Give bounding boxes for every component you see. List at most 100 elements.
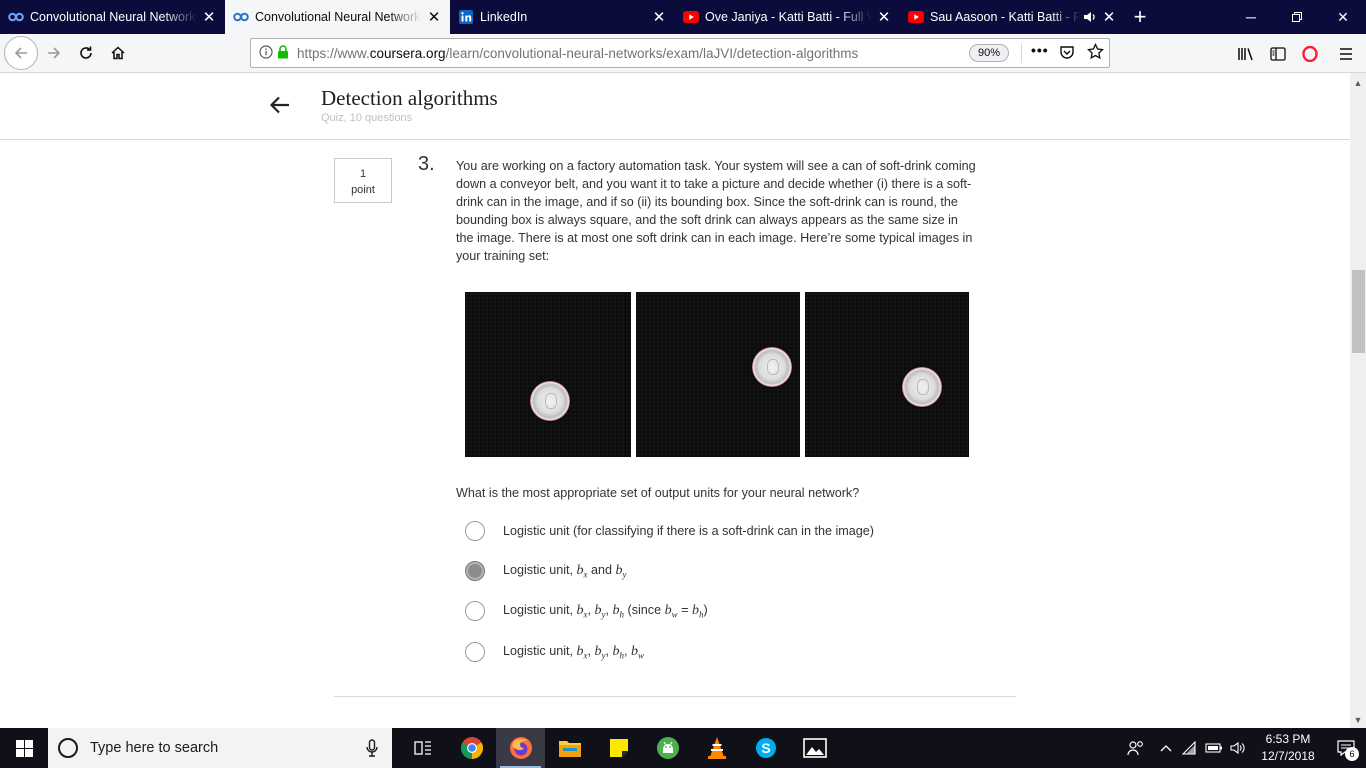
option-text: Logistic unit, (503, 602, 577, 617)
new-tab-button[interactable]: + (1125, 0, 1155, 34)
quiz-header: Detection algorithms Quiz, 10 questions (0, 73, 1350, 140)
question-text: You are working on a factory automation … (456, 159, 976, 263)
close-icon[interactable]: ✕ (426, 9, 442, 26)
vlc-icon[interactable] (692, 728, 741, 768)
lock-icon[interactable] (277, 44, 289, 62)
linkedin-icon (458, 9, 474, 25)
url-path: /learn/convolutional-neural-networks/exa… (445, 45, 859, 61)
notification-count: 6 (1345, 747, 1359, 761)
url-domain: coursera.org (369, 45, 446, 61)
task-view-icon[interactable] (398, 728, 447, 768)
tab-youtube-2[interactable]: Sau Aasoon - Katti Batti - Fu ✕ (900, 0, 1125, 34)
soda-can (752, 347, 792, 387)
bookmark-star-icon[interactable] (1087, 42, 1104, 63)
close-icon[interactable]: ✕ (1101, 9, 1117, 26)
option-label: Logistic unit, bx, by, bh (since bw = bh… (503, 603, 708, 620)
library-icon[interactable] (1230, 38, 1262, 70)
file-explorer-icon[interactable] (545, 728, 594, 768)
tab-coursera-1[interactable]: Convolutional Neural Network ✕ (0, 0, 225, 34)
soda-can (530, 381, 570, 421)
answer-option-4[interactable]: Logistic unit, bx, by, bh, bw (465, 641, 644, 663)
volume-icon[interactable] (1226, 728, 1250, 768)
arrow-left-icon[interactable] (268, 93, 292, 117)
close-icon[interactable]: ✕ (651, 9, 667, 26)
scroll-down-icon[interactable]: ▼ (1350, 712, 1366, 728)
option-text: Logistic unit, (503, 562, 577, 577)
option-label: Logistic unit (for classifying if there … (503, 524, 874, 538)
scroll-thumb[interactable] (1352, 270, 1365, 353)
home-button[interactable] (102, 37, 134, 69)
coursera-icon (233, 9, 249, 25)
radio-button[interactable] (465, 521, 485, 541)
url-bar[interactable]: https://www.coursera.org/learn/convoluti… (250, 38, 1110, 68)
radio-button-selected[interactable] (465, 561, 485, 581)
minimize-icon[interactable]: ─ (1228, 0, 1274, 34)
reload-button[interactable] (70, 37, 102, 69)
chrome-icon[interactable] (447, 728, 496, 768)
image-texture (805, 292, 969, 457)
math-b: b (576, 562, 584, 578)
people-icon[interactable] (1118, 728, 1154, 768)
training-image-1 (465, 292, 631, 457)
tab-title: Ove Janiya - Katti Batti - Full Vi (705, 10, 872, 24)
system-clock[interactable]: 6:53 PM 12/7/2018 (1250, 731, 1326, 765)
answer-option-2[interactable]: Logistic unit, bx and by (465, 560, 627, 582)
option-text: = (677, 602, 692, 617)
divider (1021, 43, 1022, 63)
firefox-icon[interactable] (496, 728, 545, 768)
question-prompt: What is the most appropriate set of outp… (456, 486, 860, 500)
windows-start-icon[interactable] (0, 728, 48, 768)
url-text[interactable]: https://www.coursera.org/learn/convoluti… (297, 46, 858, 61)
wifi-icon[interactable] (1178, 728, 1202, 768)
speaker-icon[interactable] (1083, 10, 1097, 24)
tab-youtube-1[interactable]: Ove Janiya - Katti Batti - Full Vi ✕ (675, 0, 900, 34)
math-b: b (612, 643, 620, 659)
answer-option-3[interactable]: Logistic unit, bx, by, bh (since bw = bh… (465, 600, 708, 622)
math-b: b (664, 602, 672, 618)
microphone-icon[interactable] (366, 739, 378, 762)
tab-coursera-2[interactable]: Convolutional Neural Network ✕ (225, 0, 450, 34)
taskbar-search[interactable]: Type here to search (48, 728, 392, 768)
math-sub-y: y (622, 569, 627, 580)
radio-button[interactable] (465, 642, 485, 662)
option-text: , (605, 602, 613, 617)
option-label: Logistic unit, bx and by (503, 563, 627, 580)
android-icon[interactable] (643, 728, 692, 768)
menu-icon[interactable] (1326, 38, 1366, 70)
notification-icon[interactable]: 6 (1326, 728, 1366, 768)
radio-button[interactable] (465, 601, 485, 621)
taskbar-apps: S (398, 728, 839, 768)
answer-option-1[interactable]: Logistic unit (for classifying if there … (465, 520, 874, 542)
scroll-up-icon[interactable]: ▲ (1350, 75, 1366, 91)
close-icon[interactable]: ✕ (876, 9, 892, 26)
youtube-icon (683, 9, 699, 25)
math-b: b (594, 643, 602, 659)
option-text: , (605, 643, 613, 658)
info-icon[interactable] (259, 44, 273, 62)
points-value: 1 (359, 168, 367, 180)
tab-title: Convolutional Neural Network (255, 10, 421, 24)
pocket-icon[interactable] (1059, 44, 1075, 63)
sidebar-icon[interactable] (1262, 38, 1294, 70)
skype-icon[interactable]: S (741, 728, 790, 768)
close-icon[interactable]: ✕ (201, 9, 217, 26)
sticky-notes-icon[interactable] (594, 728, 643, 768)
option-text: Logistic unit (for classifying if there … (503, 524, 874, 538)
opera-icon[interactable] (1294, 38, 1326, 70)
back-button[interactable] (4, 36, 38, 70)
page-scrollbar[interactable]: ▲ ▼ (1350, 73, 1366, 728)
tab-linkedin[interactable]: LinkedIn ✕ (450, 0, 675, 34)
more-actions-icon[interactable]: ••• (1031, 42, 1049, 58)
tab-title: LinkedIn (480, 10, 528, 24)
restore-icon[interactable] (1274, 0, 1320, 34)
points-box: 1 point (334, 158, 392, 203)
option-text: (since (624, 602, 665, 617)
forward-button[interactable] (38, 37, 70, 69)
youtube-icon (908, 9, 924, 25)
close-window-icon[interactable]: ✕ (1320, 0, 1366, 34)
window-controls: ─ ✕ (1228, 0, 1366, 34)
battery-icon[interactable] (1202, 728, 1226, 768)
chevron-up-icon[interactable] (1154, 728, 1178, 768)
zoom-badge[interactable]: 90% (969, 44, 1010, 62)
photos-icon[interactable] (790, 728, 839, 768)
